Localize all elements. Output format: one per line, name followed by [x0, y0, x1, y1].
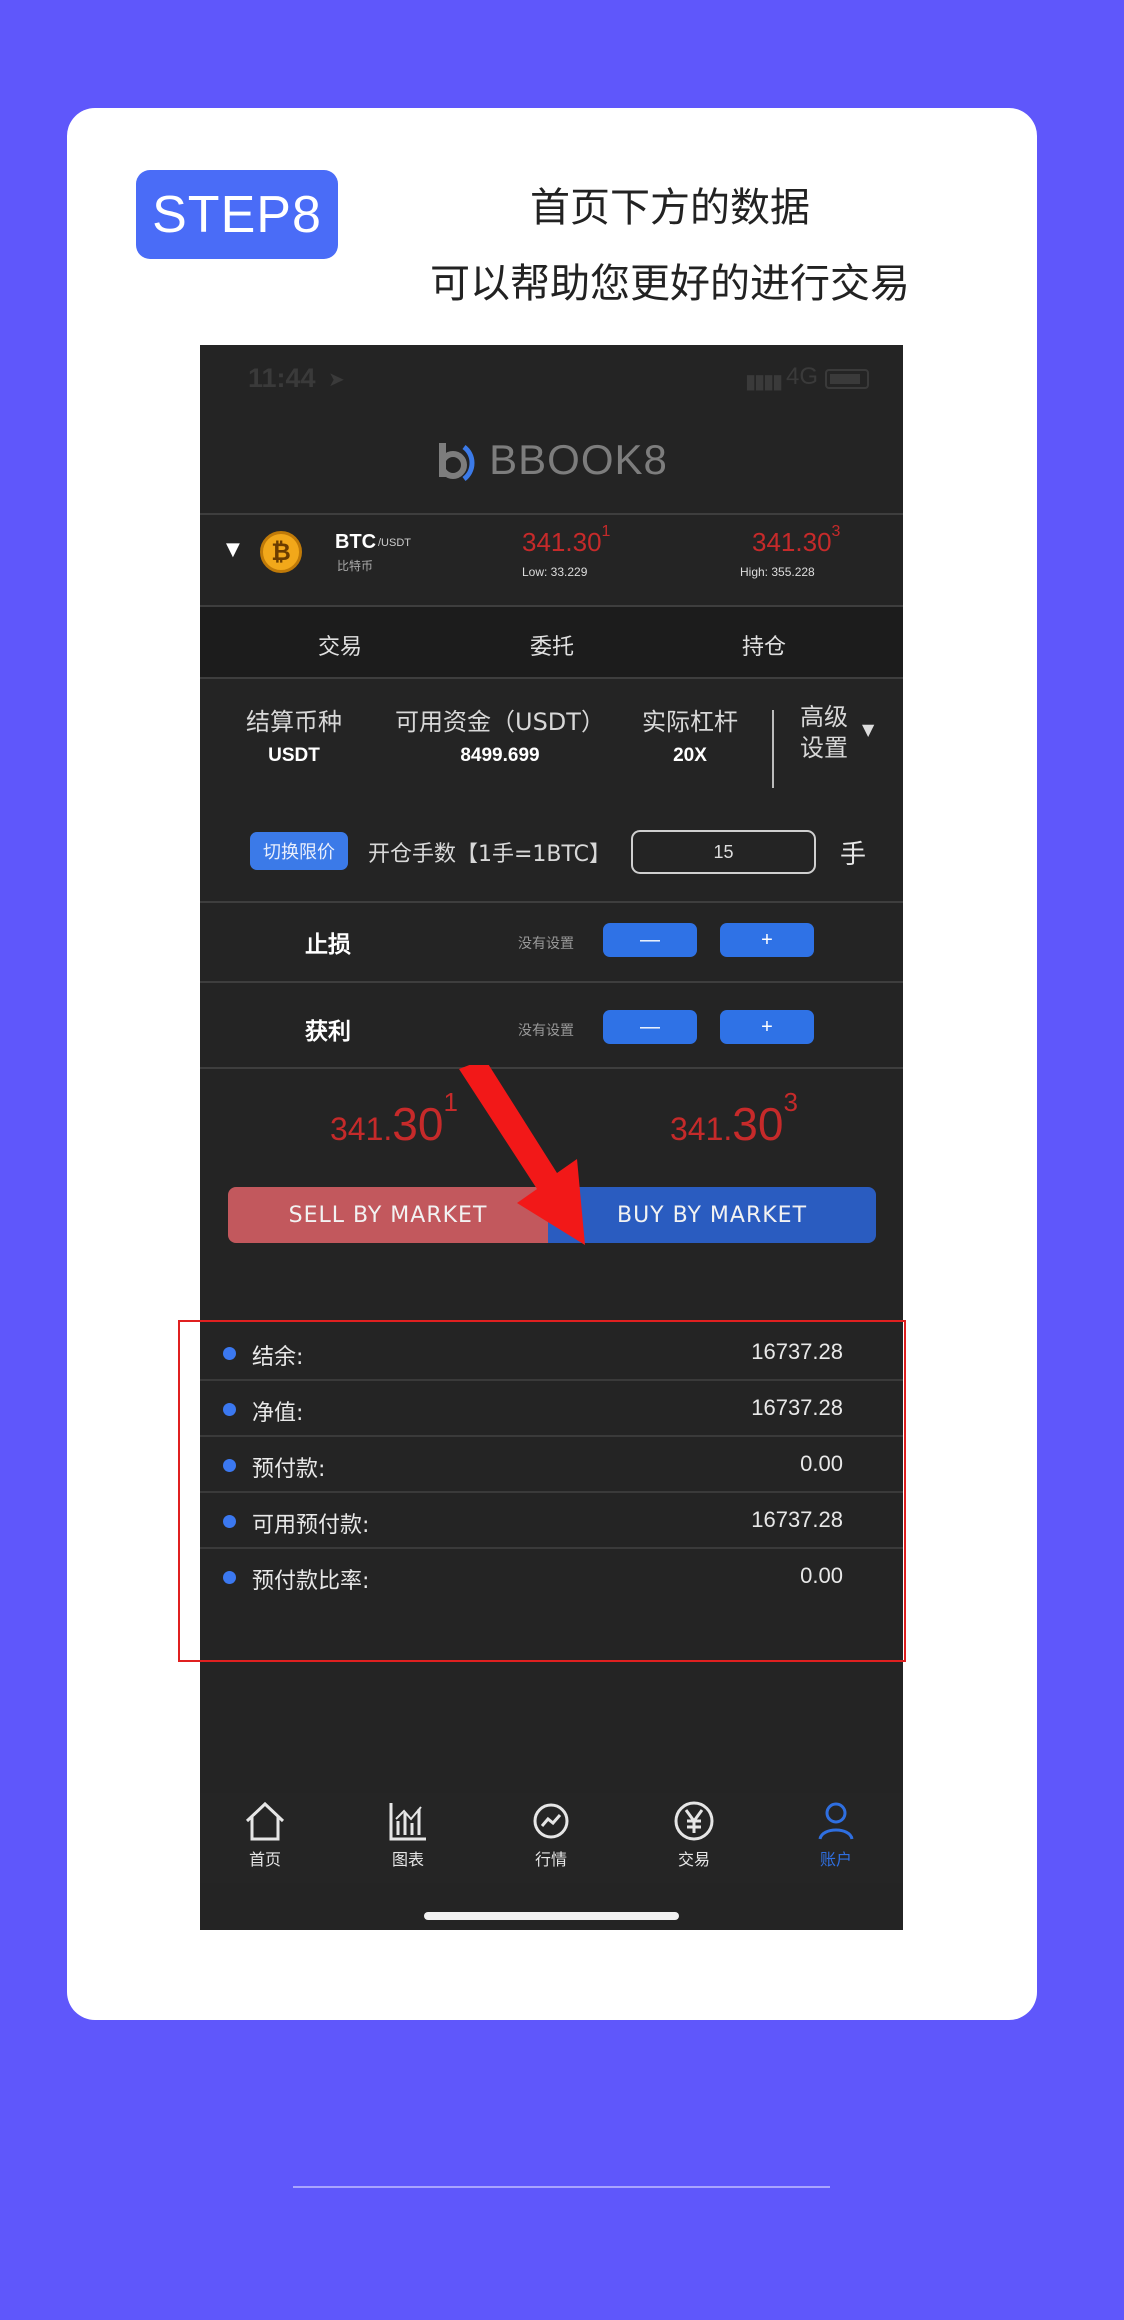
brand-logo-icon	[435, 439, 477, 481]
bid-price: 341.301	[522, 523, 611, 557]
nav-home[interactable]: 首页	[225, 1799, 305, 1870]
trade-tabs: 交易 委托 持仓	[200, 607, 903, 677]
sell-price: 341.301	[330, 1087, 458, 1150]
tab-positions[interactable]: 持仓	[742, 629, 786, 661]
nav-market[interactable]: 行情	[511, 1799, 591, 1870]
settlement-currency: 结算币种 USDT	[246, 708, 342, 766]
take-profit-minus-button[interactable]: —	[603, 1010, 697, 1044]
ticker-name-cn: 比特币	[337, 559, 374, 573]
location-icon: ➤	[328, 367, 345, 391]
nav-account[interactable]: 账户	[796, 1799, 876, 1870]
account-icon	[818, 1802, 854, 1840]
lots-row: 切换限价 开仓手数【1手=1BTC】 手	[200, 810, 903, 900]
brand-name: BBOOK8	[489, 436, 668, 483]
lots-label: 开仓手数【1手=1BTC】	[368, 842, 612, 867]
network-label: 4G	[786, 363, 819, 390]
lots-unit: 手	[840, 840, 867, 870]
stop-loss-row: 止损 没有设置 — +	[200, 903, 903, 981]
low-price: Low: 33.229	[522, 565, 588, 579]
divider	[200, 677, 903, 679]
take-profit-label: 获利	[305, 1019, 351, 1045]
stop-loss-minus-button[interactable]: —	[603, 923, 697, 957]
market-icon	[533, 1803, 569, 1839]
step-badge: STEP8	[136, 170, 338, 259]
bitcoin-icon: ₿	[260, 531, 302, 573]
status-bar: 11:44 ➤ ▮▮▮▮ 4G	[200, 345, 903, 415]
trade-settings: 结算币种 USDT 可用资金（USDT） 8499.699 实际杠杆 20X 高…	[200, 680, 903, 810]
red-arrow-icon	[459, 1065, 585, 1245]
caret-down-icon[interactable]: ▼	[862, 720, 874, 739]
ticker-bar[interactable]: ▼ ₿ BTC /USDT 比特币 341.301 Low: 33.229 34…	[200, 515, 903, 603]
switch-limit-button[interactable]: 切换限价	[250, 832, 348, 870]
chart-icon	[389, 1803, 426, 1841]
nav-chart[interactable]: 图表	[368, 1799, 448, 1870]
bottom-tab-bar: 首页 图表 行情 交易 账户	[200, 1793, 903, 1883]
tab-orders[interactable]: 委托	[530, 629, 574, 661]
highlight-box	[178, 1320, 906, 1662]
ask-price: 341.303	[752, 523, 841, 557]
home-indicator[interactable]	[424, 1912, 679, 1920]
tab-trade[interactable]: 交易	[318, 629, 362, 661]
caret-down-icon[interactable]: ▼	[226, 539, 240, 560]
headline: 首页下方的数据 可以帮助您更好的进行交易	[400, 170, 940, 322]
actual-leverage: 实际杠杆 20X	[642, 708, 738, 766]
lots-input[interactable]	[631, 830, 816, 874]
stop-loss-plus-button[interactable]: +	[720, 923, 814, 957]
status-time: 11:44	[248, 363, 316, 393]
ticker-symbol: BTC	[335, 531, 377, 553]
take-profit-plus-button[interactable]: +	[720, 1010, 814, 1044]
advanced-settings-button[interactable]: 高级 设置	[800, 702, 848, 764]
divider	[293, 2186, 830, 2188]
take-profit-row: 获利 没有设置 — +	[200, 990, 903, 1068]
yen-icon	[674, 1801, 714, 1841]
battery-icon	[825, 369, 869, 389]
stop-loss-label: 止损	[305, 932, 351, 958]
headline-line-1: 首页下方的数据	[530, 185, 810, 231]
divider	[200, 981, 903, 983]
ticker-pair: /USDT	[378, 537, 411, 549]
high-price: High: 355.228	[740, 565, 815, 579]
take-profit-hint: 没有设置	[518, 1023, 574, 1039]
buy-price: 341.303	[670, 1087, 798, 1150]
available-funds: 可用资金（USDT） 8499.699	[395, 708, 605, 766]
brand-header: BBOOK8	[200, 425, 903, 495]
signal-icon: ▮▮▮▮	[745, 369, 783, 393]
nav-trade[interactable]: 交易	[654, 1799, 734, 1870]
phone-screenshot: 11:44 ➤ ▮▮▮▮ 4G BBOOK8 ▼ ₿ BTC /USDT 比特币…	[200, 345, 903, 1930]
headline-line-2: 可以帮助您更好的进行交易	[430, 261, 910, 307]
divider	[772, 710, 774, 788]
home-icon	[245, 1801, 285, 1841]
stop-loss-hint: 没有设置	[518, 936, 574, 952]
